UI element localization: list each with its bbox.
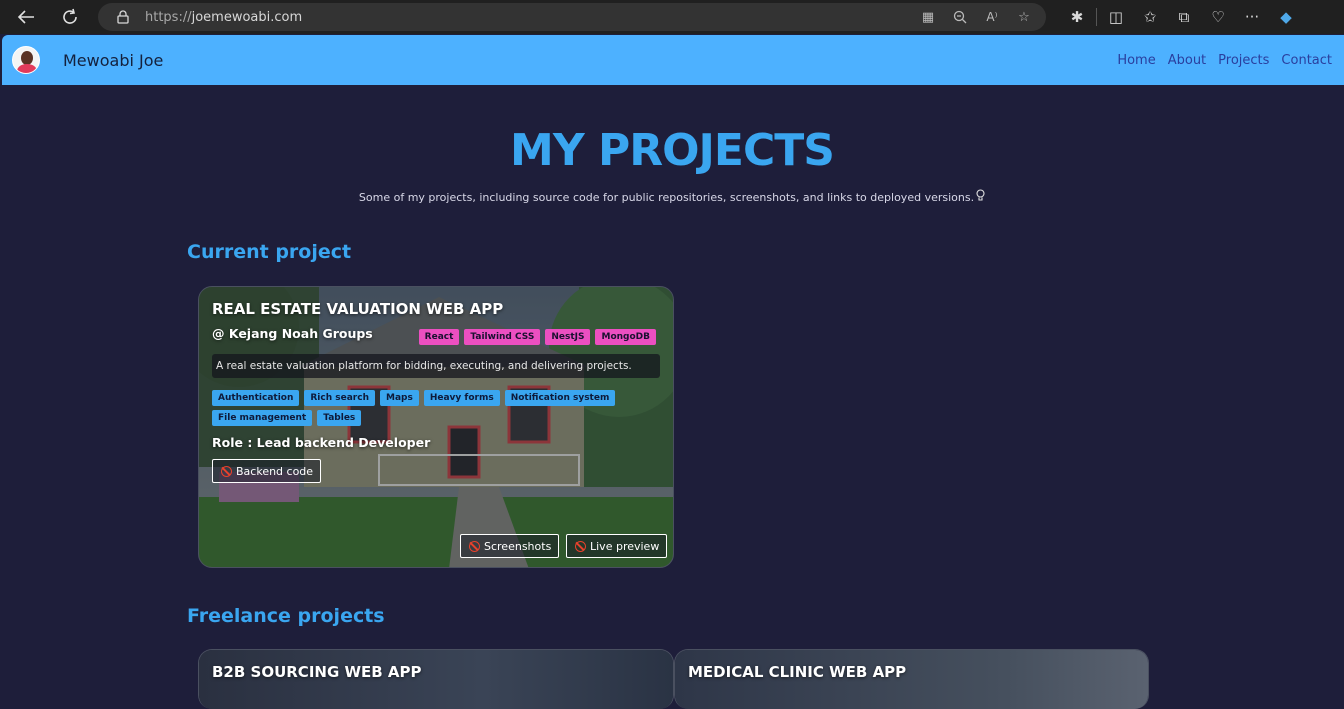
screenshots-button[interactable]: Screenshots xyxy=(460,534,560,558)
project-title: B2B SOURCING WEB APP xyxy=(212,663,422,681)
live-preview-button[interactable]: Live preview xyxy=(566,534,668,558)
app-available-icon[interactable]: ▦ xyxy=(920,9,936,25)
page-subtitle: Some of my projects, including source co… xyxy=(0,189,1344,205)
project-card-b2b[interactable]: B2B SOURCING WEB APP xyxy=(198,649,674,709)
more-menu-icon[interactable]: ··· xyxy=(1235,0,1269,34)
unavailable-icon xyxy=(575,540,586,552)
tech-tag: Tailwind CSS xyxy=(464,329,541,345)
tech-tag: NestJS xyxy=(545,329,591,345)
feature-tag: Rich search xyxy=(304,390,375,406)
extensions-icon[interactable]: ✱ xyxy=(1060,0,1094,34)
main-content: MY PROJECTS Some of my projects, includi… xyxy=(0,85,1344,709)
tech-tag: React xyxy=(418,329,460,345)
favorites-icon[interactable]: ✩ xyxy=(1133,0,1167,34)
feature-tag: Tables xyxy=(317,410,362,426)
feature-tag: File management xyxy=(212,410,313,426)
browser-essentials-icon[interactable]: ♡ xyxy=(1201,0,1235,34)
project-title: MEDICAL CLINIC WEB APP xyxy=(688,663,907,681)
feature-tag: Authentication xyxy=(212,390,300,406)
site-navbar: Mewoabi Joe Home About Projects Contact xyxy=(2,35,1344,85)
project-company: @ Kejang Noah Groups xyxy=(212,326,373,341)
project-role: Role : Lead backend Developer xyxy=(212,435,431,450)
read-aloud-icon[interactable]: A⁾ xyxy=(984,9,1000,25)
url-text: https://joemewoabi.com xyxy=(145,9,303,25)
project-title: REAL ESTATE VALUATION WEB APP xyxy=(212,300,504,318)
lock-icon xyxy=(116,10,130,24)
site-name[interactable]: Mewoabi Joe xyxy=(63,51,163,70)
favorite-star-icon[interactable]: ☆ xyxy=(1016,9,1032,25)
lightbulb-icon xyxy=(976,189,985,205)
collections-icon[interactable]: ⧉ xyxy=(1167,0,1201,34)
address-bar[interactable]: https://joemewoabi.com ▦ A⁾ ☆ xyxy=(98,3,1046,31)
copilot-icon[interactable]: ◆ xyxy=(1269,0,1303,34)
project-card-real-estate[interactable]: REAL ESTATE VALUATION WEB APP @ Kejang N… xyxy=(198,286,674,568)
nav-projects-link[interactable]: Projects xyxy=(1218,53,1269,68)
browser-toolbar: https://joemewoabi.com ▦ A⁾ ☆ ✱ ◫ ✩ ⧉ ♡ … xyxy=(0,0,1344,34)
feature-tag: Notification system xyxy=(504,390,616,406)
page-title: MY PROJECTS xyxy=(510,125,835,176)
zoom-icon[interactable] xyxy=(952,9,968,25)
nav-contact-link[interactable]: Contact xyxy=(1281,53,1332,68)
nav-links: Home About Projects Contact xyxy=(1117,35,1332,85)
back-icon[interactable] xyxy=(9,0,43,34)
tech-tag: MongoDB xyxy=(595,329,656,345)
split-screen-icon[interactable]: ◫ xyxy=(1099,0,1133,34)
nav-about-link[interactable]: About xyxy=(1168,53,1206,68)
nav-home-link[interactable]: Home xyxy=(1117,53,1155,68)
feature-tags: Authentication Rich search Maps Heavy fo… xyxy=(212,390,652,426)
project-card-medical[interactable]: MEDICAL CLINIC WEB APP xyxy=(674,649,1149,709)
current-project-heading: Current project xyxy=(187,241,352,263)
feature-tag: Maps xyxy=(379,390,419,406)
freelance-projects-heading: Freelance projects xyxy=(187,605,385,627)
avatar[interactable] xyxy=(12,46,40,74)
tech-tags: React Tailwind CSS NestJS MongoDB xyxy=(418,329,656,345)
feature-tag: Heavy forms xyxy=(423,390,500,406)
project-description: A real estate valuation platform for bid… xyxy=(212,354,660,378)
toolbar-divider xyxy=(1096,8,1097,26)
unavailable-icon xyxy=(221,465,232,477)
backend-code-button[interactable]: Backend code xyxy=(212,459,322,483)
refresh-icon[interactable] xyxy=(53,0,87,34)
unavailable-icon xyxy=(469,540,480,552)
